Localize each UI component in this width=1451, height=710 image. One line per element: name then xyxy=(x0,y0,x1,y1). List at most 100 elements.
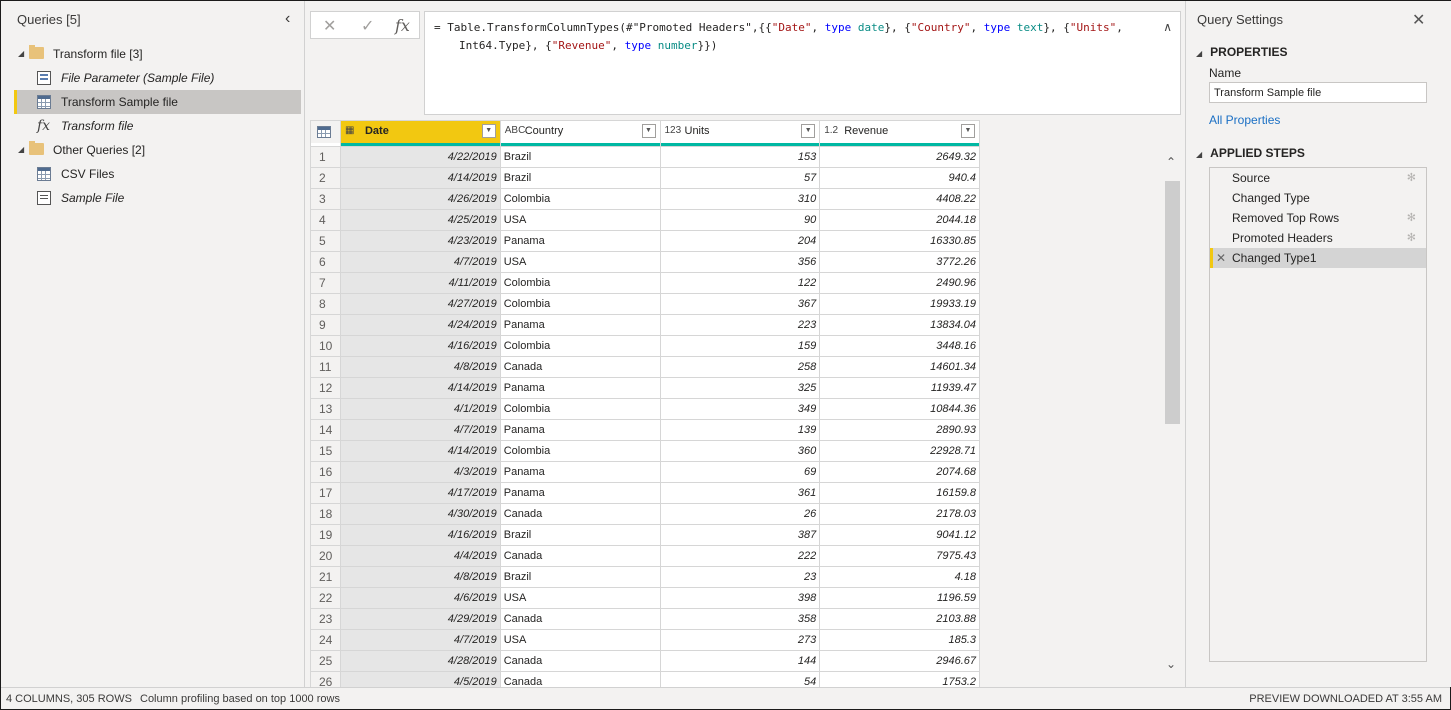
cell-units[interactable]: 325 xyxy=(659,377,821,399)
cell-date[interactable]: 4/26/2019 xyxy=(339,188,501,210)
cell-units[interactable]: 26 xyxy=(659,503,821,525)
table-menu-button[interactable] xyxy=(310,120,341,143)
cell-country[interactable]: Colombia xyxy=(499,440,661,462)
cell-units[interactable]: 310 xyxy=(659,188,821,210)
cell-date[interactable]: 4/7/2019 xyxy=(339,251,501,273)
cell-date[interactable]: 4/30/2019 xyxy=(339,503,501,525)
row-number[interactable]: 23 xyxy=(310,608,341,630)
properties-section-header[interactable]: ◢ PROPERTIES xyxy=(1196,45,1288,59)
query-name-input[interactable] xyxy=(1209,82,1427,103)
cell-revenue[interactable]: 2178.03 xyxy=(819,503,980,525)
cell-units[interactable]: 358 xyxy=(659,608,821,630)
cell-units[interactable]: 360 xyxy=(659,440,821,462)
whole-number-type-icon[interactable]: 123 xyxy=(665,125,682,136)
cell-country[interactable]: Canada xyxy=(499,671,661,687)
cell-date[interactable]: 4/29/2019 xyxy=(339,608,501,630)
query-item[interactable]: File Parameter (Sample File) xyxy=(1,66,303,90)
cell-units[interactable]: 273 xyxy=(659,629,821,651)
cell-revenue[interactable]: 10844.36 xyxy=(819,398,980,420)
vertical-scrollbar[interactable]: ⌃ ⌄ xyxy=(1164,151,1181,681)
all-properties-link[interactable]: All Properties xyxy=(1209,113,1280,127)
cell-date[interactable]: 4/11/2019 xyxy=(339,272,501,294)
row-number[interactable]: 15 xyxy=(310,440,341,462)
cell-units[interactable]: 23 xyxy=(659,566,821,588)
cell-date[interactable]: 4/16/2019 xyxy=(339,524,501,546)
cell-revenue[interactable]: 19933.19 xyxy=(819,293,980,315)
applied-step[interactable]: Promoted Headers ✻ xyxy=(1210,228,1426,248)
cell-units[interactable]: 159 xyxy=(659,335,821,357)
row-number[interactable]: 22 xyxy=(310,587,341,609)
cell-date[interactable]: 4/6/2019 xyxy=(339,587,501,609)
expand-triangle-icon[interactable]: ◢ xyxy=(18,138,24,162)
cell-revenue[interactable]: 2044.18 xyxy=(819,209,980,231)
collapse-formula-chevron-icon[interactable]: ∧ xyxy=(1163,18,1172,36)
cell-units[interactable]: 222 xyxy=(659,545,821,567)
cell-country[interactable]: Brazil xyxy=(499,167,661,189)
cell-revenue[interactable]: 2103.88 xyxy=(819,608,980,630)
step-settings-gear-icon[interactable]: ✻ xyxy=(1407,208,1416,228)
cell-date[interactable]: 4/22/2019 xyxy=(339,146,501,168)
row-number[interactable]: 19 xyxy=(310,524,341,546)
cell-country[interactable]: Panama xyxy=(499,377,661,399)
cell-country[interactable]: Panama xyxy=(499,314,661,336)
cell-date[interactable]: 4/8/2019 xyxy=(339,566,501,588)
cell-units[interactable]: 90 xyxy=(659,209,821,231)
cell-units[interactable]: 139 xyxy=(659,419,821,441)
applied-step[interactable]: ✕ Changed Type1 xyxy=(1210,248,1426,268)
cell-units[interactable]: 54 xyxy=(659,671,821,687)
fx-icon[interactable]: fx xyxy=(395,16,410,35)
cell-units[interactable]: 153 xyxy=(659,146,821,168)
row-number[interactable]: 4 xyxy=(310,209,341,231)
cell-date[interactable]: 4/7/2019 xyxy=(339,419,501,441)
query-group[interactable]: ◢ Other Queries [2] xyxy=(1,138,303,162)
query-item[interactable]: fx Transform file xyxy=(1,114,303,138)
column-header-country[interactable]: ABC Country ▼ xyxy=(499,120,661,143)
cell-revenue[interactable]: 940.4 xyxy=(819,167,980,189)
cell-revenue[interactable]: 2490.96 xyxy=(819,272,980,294)
cell-country[interactable]: USA xyxy=(499,251,661,273)
cell-revenue[interactable]: 4408.22 xyxy=(819,188,980,210)
row-number[interactable]: 17 xyxy=(310,482,341,504)
cell-date[interactable]: 4/14/2019 xyxy=(339,440,501,462)
cell-country[interactable]: Canada xyxy=(499,356,661,378)
row-number[interactable]: 7 xyxy=(310,272,341,294)
cell-units[interactable]: 223 xyxy=(659,314,821,336)
row-number[interactable]: 20 xyxy=(310,545,341,567)
column-header-revenue[interactable]: 1.2 Revenue ▼ xyxy=(819,120,980,143)
cell-country[interactable]: USA xyxy=(499,209,661,231)
cell-country[interactable]: Canada xyxy=(499,650,661,672)
decimal-type-icon[interactable]: 1.2 xyxy=(824,125,838,136)
cell-date[interactable]: 4/24/2019 xyxy=(339,314,501,336)
cell-revenue[interactable]: 22928.71 xyxy=(819,440,980,462)
cell-units[interactable]: 258 xyxy=(659,356,821,378)
row-number[interactable]: 26 xyxy=(310,671,341,687)
cell-revenue[interactable]: 13834.04 xyxy=(819,314,980,336)
row-number[interactable]: 24 xyxy=(310,629,341,651)
row-number[interactable]: 12 xyxy=(310,377,341,399)
row-number[interactable]: 8 xyxy=(310,293,341,315)
cell-units[interactable]: 356 xyxy=(659,251,821,273)
column-filter-dropdown-icon[interactable]: ▼ xyxy=(801,124,816,138)
cell-date[interactable]: 4/4/2019 xyxy=(339,545,501,567)
cell-date[interactable]: 4/1/2019 xyxy=(339,398,501,420)
cell-revenue[interactable]: 3772.26 xyxy=(819,251,980,273)
cell-units[interactable]: 349 xyxy=(659,398,821,420)
cell-units[interactable]: 122 xyxy=(659,272,821,294)
cell-revenue[interactable]: 2074.68 xyxy=(819,461,980,483)
cell-country[interactable]: Panama xyxy=(499,230,661,252)
cell-revenue[interactable]: 2890.93 xyxy=(819,419,980,441)
scrollbar-thumb[interactable] xyxy=(1165,181,1180,424)
cell-date[interactable]: 4/17/2019 xyxy=(339,482,501,504)
cell-country[interactable]: Brazil xyxy=(499,524,661,546)
column-header-date[interactable]: ▦ Date ▼ xyxy=(339,120,501,143)
cell-country[interactable]: Canada xyxy=(499,608,661,630)
cell-date[interactable]: 4/3/2019 xyxy=(339,461,501,483)
query-item[interactable]: Sample File xyxy=(1,186,303,210)
cell-revenue[interactable]: 1196.59 xyxy=(819,587,980,609)
cell-country[interactable]: Colombia xyxy=(499,188,661,210)
cell-revenue[interactable]: 16330.85 xyxy=(819,230,980,252)
row-number[interactable]: 14 xyxy=(310,419,341,441)
row-number[interactable]: 11 xyxy=(310,356,341,378)
cell-revenue[interactable]: 16159.8 xyxy=(819,482,980,504)
cell-country[interactable]: Colombia xyxy=(499,293,661,315)
